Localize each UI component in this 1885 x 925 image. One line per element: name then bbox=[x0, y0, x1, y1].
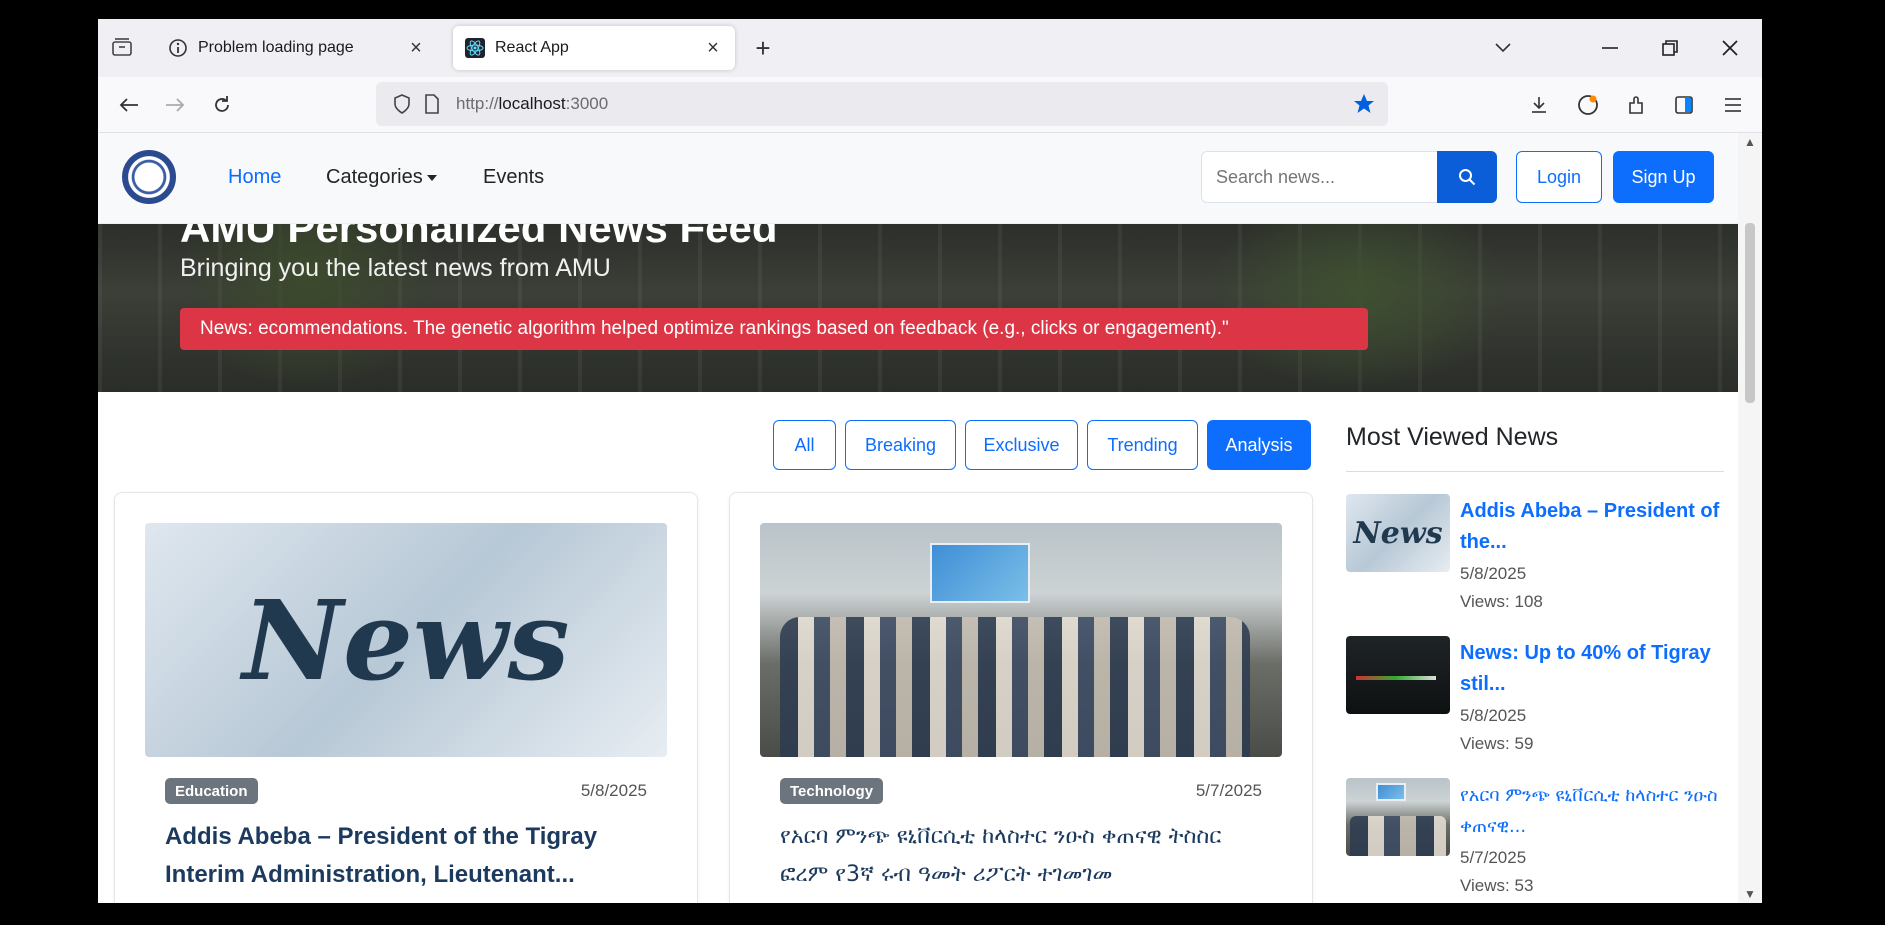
item-thumbnail[interactable]: News bbox=[1346, 494, 1450, 572]
chevron-down-icon[interactable] bbox=[1488, 33, 1518, 63]
scroll-down-icon[interactable]: ▼ bbox=[1743, 887, 1757, 901]
account-icon[interactable] bbox=[1573, 90, 1603, 120]
hero-subtitle: Bringing you the latest news from AMU bbox=[180, 254, 611, 282]
new-tab-icon[interactable]: + bbox=[748, 33, 778, 63]
news-card-image[interactable] bbox=[760, 523, 1282, 757]
react-icon bbox=[465, 38, 485, 58]
extensions-icon[interactable] bbox=[1621, 90, 1651, 120]
photo-banner bbox=[1376, 783, 1406, 801]
shield-icon[interactable] bbox=[390, 92, 414, 116]
hero-title: AMU Personalized News Feed bbox=[180, 224, 778, 251]
tab-title: React App bbox=[495, 39, 569, 56]
most-viewed-item[interactable]: የአርባ ምንጭ ዩኒቨርሲቲ ከላስተር ንዑስ ቀጠናዊ... 5/7/20… bbox=[1346, 778, 1724, 903]
news-card[interactable]: Technology 5/7/2025 የአርባ ምንጭ ዩኒቨርሲቲ ከላስተ… bbox=[729, 492, 1313, 903]
forward-icon[interactable] bbox=[160, 90, 190, 120]
page-icon[interactable] bbox=[420, 92, 444, 116]
news-card-image[interactable]: News bbox=[145, 523, 667, 757]
card-title[interactable]: Addis Abeba – President of the Tigray In… bbox=[165, 818, 655, 894]
page-scrollbar[interactable]: ▲ ▼ bbox=[1738, 133, 1762, 903]
reload-icon[interactable] bbox=[207, 90, 237, 120]
bookmark-star-icon[interactable] bbox=[1352, 92, 1376, 116]
dark-screen-image bbox=[1346, 636, 1450, 714]
most-viewed-item[interactable]: News: Up to 40% of Tigray stil... 5/8/20… bbox=[1346, 636, 1724, 766]
most-viewed-item[interactable]: News Addis Abeba – President of the... 5… bbox=[1346, 494, 1724, 624]
photo-people bbox=[1350, 816, 1446, 856]
filter-all[interactable]: All bbox=[773, 420, 836, 470]
group-photo bbox=[1346, 778, 1450, 856]
nav-home[interactable]: Home bbox=[228, 166, 281, 189]
info-icon bbox=[168, 38, 188, 58]
search-input[interactable] bbox=[1201, 151, 1441, 203]
screen-bar bbox=[1356, 676, 1436, 680]
category-badge: Technology bbox=[780, 778, 884, 804]
search-button[interactable] bbox=[1437, 151, 1497, 203]
item-date: 5/8/2025 bbox=[1460, 706, 1527, 725]
filter-analysis[interactable]: Analysis bbox=[1207, 420, 1311, 470]
news-card[interactable]: News Education 5/8/2025 Addis Abeba – Pr… bbox=[114, 492, 698, 903]
item-views: Views: 59 bbox=[1460, 734, 1534, 753]
tab-title: Problem loading page bbox=[198, 39, 354, 56]
browser-window: Problem loading page × React App × + htt… bbox=[98, 19, 1762, 903]
browser-navbar: http://localhost:3000 bbox=[98, 77, 1762, 133]
item-title[interactable]: News: Up to 40% of Tigray stil... bbox=[1460, 638, 1724, 700]
card-date: 5/7/2025 bbox=[1195, 781, 1262, 800]
url-text: http://localhost:3000 bbox=[456, 94, 609, 113]
filter-breaking[interactable]: Breaking bbox=[845, 420, 956, 470]
tab-list-icon[interactable] bbox=[108, 33, 136, 61]
sidebar-icon[interactable] bbox=[1669, 90, 1699, 120]
item-views: Views: 108 bbox=[1460, 592, 1543, 611]
news-image-text: News bbox=[145, 523, 667, 757]
university-logo[interactable] bbox=[122, 150, 176, 204]
item-thumbnail[interactable] bbox=[1346, 636, 1450, 714]
tab-react-app[interactable]: React App × bbox=[453, 26, 735, 70]
page-viewport: Home Categories Events Login Sign Up AMU… bbox=[98, 133, 1762, 903]
item-thumbnail[interactable] bbox=[1346, 778, 1450, 856]
login-button[interactable]: Login bbox=[1516, 151, 1602, 203]
caret-down-icon bbox=[426, 174, 437, 181]
category-badge: Education bbox=[165, 778, 258, 804]
divider bbox=[1346, 471, 1724, 472]
item-date: 5/8/2025 bbox=[1460, 564, 1527, 583]
filter-trending[interactable]: Trending bbox=[1087, 420, 1198, 470]
tab-problem-loading[interactable]: Problem loading page × bbox=[156, 26, 438, 70]
download-icon[interactable] bbox=[1524, 90, 1554, 120]
hero-banner: AMU Personalized News Feed Bringing you … bbox=[98, 224, 1738, 392]
close-window-icon[interactable] bbox=[1715, 33, 1745, 63]
site-navbar: Home Categories Events Login Sign Up bbox=[98, 133, 1738, 224]
news-ticker[interactable]: News: ecommendations. The genetic algori… bbox=[180, 308, 1368, 350]
nav-categories-label: Categories bbox=[326, 166, 423, 188]
item-title[interactable]: የአርባ ምንጭ ዩኒቨርሲቲ ከላስተር ንዑስ ቀጠናዊ... bbox=[1460, 780, 1724, 842]
tab-strip: Problem loading page × React App × + bbox=[98, 19, 1762, 77]
scrollbar-thumb[interactable] bbox=[1745, 223, 1755, 403]
signup-button[interactable]: Sign Up bbox=[1613, 151, 1714, 203]
item-views: Views: 53 bbox=[1460, 876, 1534, 895]
url-bar[interactable]: http://localhost:3000 bbox=[376, 82, 1388, 126]
news-image-text: News bbox=[1346, 494, 1450, 572]
filter-exclusive[interactable]: Exclusive bbox=[965, 420, 1078, 470]
card-date: 5/8/2025 bbox=[580, 781, 647, 800]
minimize-icon[interactable] bbox=[1595, 33, 1625, 63]
restore-icon[interactable] bbox=[1655, 33, 1685, 63]
photo-banner bbox=[930, 543, 1030, 603]
item-date: 5/7/2025 bbox=[1460, 848, 1527, 867]
close-icon[interactable]: × bbox=[703, 37, 723, 59]
card-title[interactable]: የአርባ ምንጭ ዩኒቨርሲቲ ከላስተር ንዑስ ቀጠናዊ ትስስር ፎረም … bbox=[780, 818, 1270, 894]
group-photo bbox=[760, 523, 1282, 757]
most-viewed-heading: Most Viewed News bbox=[1346, 423, 1559, 451]
nav-categories[interactable]: Categories bbox=[326, 166, 437, 189]
nav-events[interactable]: Events bbox=[483, 166, 544, 189]
scroll-up-icon[interactable]: ▲ bbox=[1743, 135, 1757, 149]
menu-icon[interactable] bbox=[1718, 90, 1748, 120]
back-icon[interactable] bbox=[114, 90, 144, 120]
item-title[interactable]: Addis Abeba – President of the... bbox=[1460, 496, 1724, 558]
search-icon bbox=[1459, 169, 1476, 186]
photo-people bbox=[780, 617, 1250, 757]
close-icon[interactable]: × bbox=[406, 37, 426, 59]
